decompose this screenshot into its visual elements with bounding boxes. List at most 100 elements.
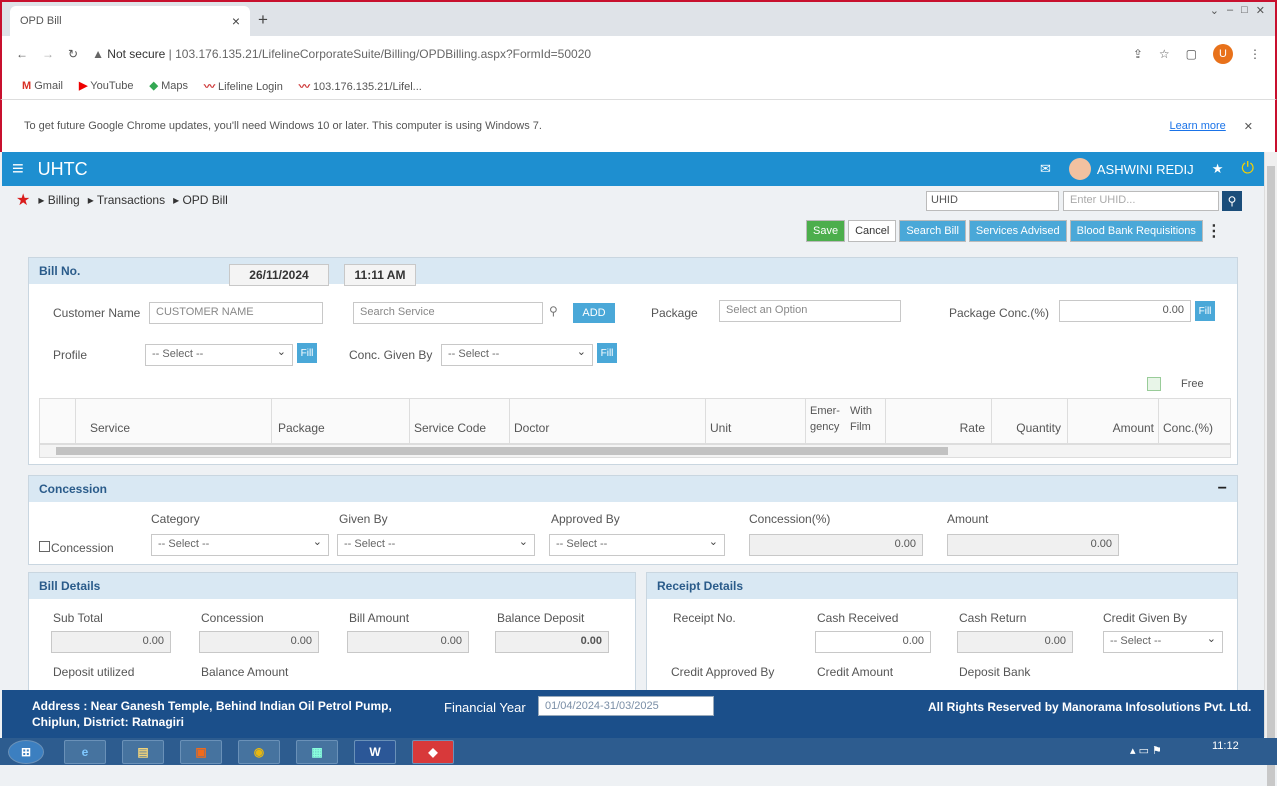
bookmark-lifeline-login[interactable]: 〰 Lifeline Login [204, 78, 283, 94]
package-conc-input[interactable]: 0.00 [1059, 300, 1191, 322]
bill-time[interactable]: 11:11 AM [344, 264, 416, 286]
share-icon[interactable]: ⇪ [1133, 47, 1143, 61]
browser-tabstrip: OPD Bill × + ⌄ – □ ✕ [0, 0, 1277, 36]
windows-taskbar: ⊞ e ▤ ▣ ◉ ▦ W ◆ ▴ ▭ ⚑ 11:12 [0, 738, 1277, 765]
services-grid-header: Service Package Service Code Doctor Unit… [39, 398, 1231, 444]
services-advised-button[interactable]: Services Advised [968, 220, 1067, 242]
chevron-down-icon[interactable]: ⌄ [1210, 4, 1219, 17]
breadcrumb-billing[interactable]: ▸ Billing [38, 193, 79, 207]
concession-header: Concession − [29, 476, 1237, 502]
save-button[interactable]: Save [806, 220, 846, 242]
breadcrumb-opd-bill: ▸ OPD Bill [173, 193, 228, 207]
conc-given-by-label: Conc. Given By [349, 348, 433, 362]
conc-given-fill-button[interactable]: Fill [597, 343, 617, 363]
close-icon[interactable]: ✕ [1256, 4, 1265, 17]
bill-amount-label: Bill Amount [349, 611, 410, 625]
app-footer: Address : Near Ganesh Temple, Behind Ind… [2, 690, 1264, 738]
window-controls[interactable]: ⌄ – □ ✕ [1210, 4, 1265, 17]
receipt-details-header: Receipt Details [647, 573, 1237, 599]
explorer-taskbar-icon[interactable]: ▤ [122, 740, 164, 764]
search-icon[interactable]: ⚲ [1222, 191, 1242, 211]
more-options-icon[interactable]: ⋮ [1206, 221, 1222, 241]
service-search-icon[interactable]: ⚲ [549, 304, 558, 318]
concession-amount-input[interactable]: 0.00 [947, 534, 1119, 556]
infobar-close-icon[interactable]: ✕ [1244, 120, 1253, 133]
search-type-select[interactable]: UHID [926, 191, 1059, 211]
uhid-search-input[interactable]: Enter UHID... [1063, 191, 1219, 211]
minimize-icon[interactable]: – [1227, 4, 1233, 17]
conc-given-by-select[interactable]: -- Select -- [441, 344, 593, 366]
package-select[interactable]: Select an Option [719, 300, 901, 322]
browser-tab[interactable]: OPD Bill × [10, 6, 250, 36]
bookmark-maps[interactable]: ◆ Maps [150, 79, 188, 92]
tab-close-icon[interactable]: × [232, 13, 240, 29]
cancel-button[interactable]: Cancel [848, 220, 897, 242]
taskbar-clock[interactable]: 11:12 [1212, 740, 1239, 752]
new-tab-button[interactable]: + [258, 10, 268, 30]
add-service-button[interactable]: ADD [573, 303, 615, 323]
chrome-taskbar-icon[interactable]: ◉ [238, 740, 280, 764]
tray-icons[interactable]: ▴ ▭ ⚑ [1130, 744, 1162, 757]
profile-avatar[interactable]: U [1213, 44, 1233, 64]
page-scrollbar[interactable] [1264, 152, 1277, 786]
app-header: ≡ UHTC ✉ ASHWINI REDIJ ★ ⏻ [2, 152, 1264, 186]
hamburger-menu-icon[interactable]: ≡ [12, 158, 24, 181]
col-package: Package [272, 399, 410, 443]
bookmark-youtube[interactable]: ▶ YouTube [79, 79, 134, 92]
sidebar-icon[interactable]: ▢ [1186, 47, 1197, 61]
bill-date[interactable]: 26/11/2024 [229, 264, 329, 286]
media-taskbar-icon[interactable]: ▣ [180, 740, 222, 764]
free-checkbox[interactable] [1147, 377, 1161, 391]
cash-return-value: 0.00 [957, 631, 1073, 653]
learn-more-link[interactable]: Learn more [1170, 120, 1226, 132]
category-select[interactable]: -- Select -- [151, 534, 329, 556]
profile-fill-button[interactable]: Fill [297, 343, 317, 363]
url-field[interactable]: ▲ Not secure | 103.176.135.21/LifelineCo… [92, 47, 591, 61]
service-search-input[interactable]: Search Service [353, 302, 543, 324]
profile-select[interactable]: -- Select -- [145, 344, 293, 366]
concession-percent-label: Concession(%) [749, 512, 831, 526]
grid-horizontal-scrollbar[interactable] [39, 444, 1231, 458]
col-unit: Unit [706, 399, 806, 443]
url-security: Not secure [107, 47, 166, 61]
collapse-icon[interactable]: − [1218, 480, 1227, 498]
user-avatar[interactable] [1068, 158, 1091, 180]
ie-taskbar-icon[interactable]: e [64, 740, 106, 764]
search-bill-button[interactable]: Search Bill [899, 220, 966, 242]
breadcrumb-transactions[interactable]: ▸ Transactions [88, 193, 165, 207]
col-doctor: Doctor [510, 399, 706, 443]
bookmark-gmail[interactable]: M Gmail [22, 80, 63, 92]
mail-icon[interactable]: ✉ [1040, 161, 1051, 177]
favorite-star-icon[interactable]: ★ [1212, 161, 1224, 177]
given-by-select[interactable]: -- Select -- [337, 534, 535, 556]
bill-panel-header: Bill No. [29, 258, 1237, 284]
bookmark-star-icon[interactable]: ☆ [1159, 47, 1170, 61]
financial-year-select[interactable]: 01/04/2024-31/03/2025 [538, 696, 714, 716]
back-icon[interactable]: ← [16, 47, 28, 61]
credit-approved-by-label: Credit Approved By [671, 665, 775, 679]
given-by-label: Given By [339, 512, 388, 526]
power-icon[interactable]: ⏻ [1241, 160, 1254, 178]
bill-details-panel: Bill Details Sub Total 0.00 Concession 0… [28, 572, 636, 692]
kebab-menu-icon[interactable]: ⋮ [1249, 47, 1261, 61]
forward-icon[interactable]: → [42, 47, 54, 61]
col-service: Service [76, 399, 272, 443]
anydesk-taskbar-icon[interactable]: ◆ [412, 740, 454, 764]
user-name[interactable]: ASHWINI REDIJ [1097, 162, 1194, 177]
package-conc-fill-button[interactable]: Fill [1195, 301, 1215, 321]
reload-icon[interactable]: ↻ [68, 47, 78, 61]
favorite-page-icon[interactable]: ★ [16, 190, 30, 210]
app-taskbar-icon[interactable]: ▦ [296, 740, 338, 764]
concession-percent-input[interactable]: 0.00 [749, 534, 923, 556]
start-button[interactable]: ⊞ [8, 740, 44, 764]
blood-bank-requisitions-button[interactable]: Blood Bank Requisitions [1069, 220, 1203, 242]
concession-checkbox[interactable] [39, 541, 50, 552]
bookmark-lifeline-ip[interactable]: 〰 103.176.135.21/Lifel... [299, 78, 422, 94]
credit-given-by-select[interactable]: -- Select -- [1103, 631, 1223, 653]
customer-name-input[interactable]: CUSTOMER NAME [149, 302, 323, 324]
concession-panel: Concession − Concession Category -- Selec… [28, 475, 1238, 565]
maximize-icon[interactable]: □ [1241, 4, 1248, 17]
approved-by-select[interactable]: -- Select -- [549, 534, 725, 556]
cash-received-input[interactable]: 0.00 [815, 631, 931, 653]
word-taskbar-icon[interactable]: W [354, 740, 396, 764]
